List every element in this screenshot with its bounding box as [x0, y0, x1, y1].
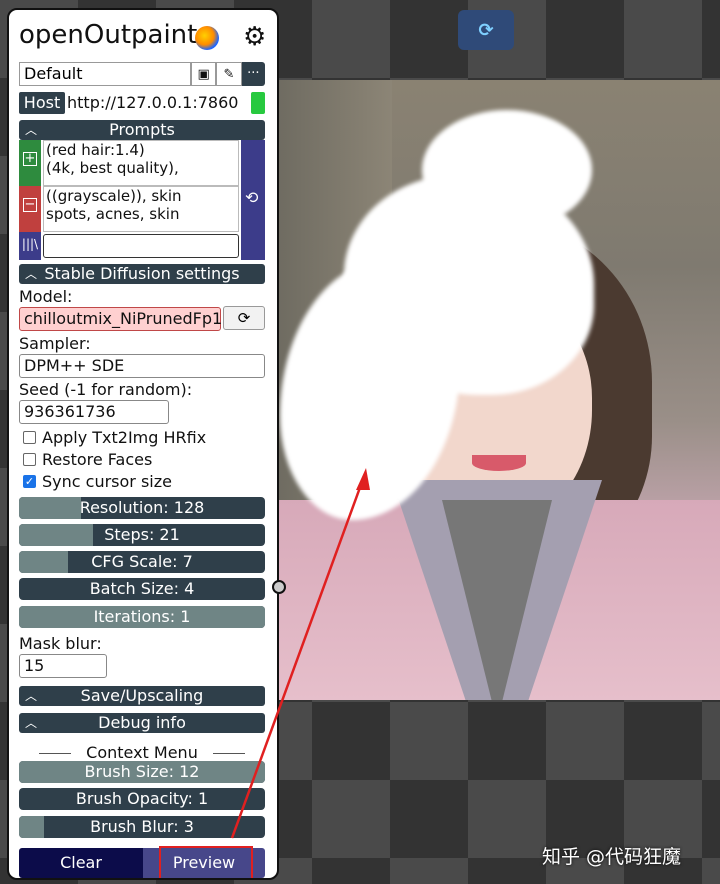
chevron-up-icon: ︿ — [25, 123, 38, 137]
batch-size-slider[interactable]: Batch Size: 4 — [19, 578, 265, 600]
restore-faces-checkbox[interactable]: Restore Faces — [23, 450, 152, 469]
slider-fill — [19, 497, 81, 519]
sampler-label: Sampler: — [19, 334, 91, 353]
gear-icon[interactable]: ⚙ — [243, 22, 266, 52]
logo-icon — [195, 26, 219, 50]
edit-icon[interactable]: ✎ — [216, 62, 242, 86]
annotation-highlight-box — [159, 846, 253, 878]
styles-input[interactable] — [43, 234, 239, 258]
app-title: openOutpaint — [19, 20, 198, 50]
slider-fill — [19, 816, 44, 838]
host-input[interactable]: http://127.0.0.1:7860 — [67, 92, 238, 114]
slider-fill — [19, 524, 93, 546]
prompts-section-header[interactable]: ︿ Prompts — [19, 120, 265, 140]
hrfix-checkbox[interactable]: Apply Txt2Img HRfix — [23, 428, 206, 447]
iterations-slider[interactable]: Iterations: 1 — [19, 606, 265, 628]
negative-prompt-textarea[interactable]: ((grayscale)), skin spots, acnes, skin — [43, 186, 239, 232]
sampler-select[interactable]: DPM++ SDE — [19, 354, 265, 378]
chevron-up-icon: ︿ — [25, 689, 38, 703]
preset-select[interactable]: Default — [19, 62, 191, 86]
refresh-icon: ⟳ — [237, 309, 251, 327]
chevron-up-icon: ︿ — [25, 267, 38, 281]
cfg-scale-slider[interactable]: CFG Scale: 7 — [19, 551, 265, 573]
steps-slider[interactable]: Steps: 21 — [19, 524, 265, 546]
mask-blur-label: Mask blur: — [19, 634, 102, 653]
prompt-history-button[interactable]: ⟲ — [241, 140, 265, 260]
save-icon[interactable]: ▣ — [191, 62, 217, 86]
host-label: Host — [19, 92, 65, 114]
host-status-indicator — [251, 92, 265, 114]
slider-fill — [19, 551, 69, 573]
preset-buttons: ▣ ✎ ··· — [191, 62, 265, 86]
history-icon: ⟲ — [245, 188, 259, 207]
brush-opacity-slider[interactable]: Brush Opacity: 1 — [19, 788, 265, 810]
seed-input[interactable]: 936361736 — [19, 400, 169, 424]
sync-cursor-checkbox[interactable]: ✓ Sync cursor size — [23, 472, 172, 491]
canvas-image[interactable] — [272, 80, 720, 700]
brush-size-slider[interactable]: Brush Size: 12 — [19, 761, 265, 783]
negative-prompt-icon: − — [19, 186, 41, 232]
seed-label: Seed (-1 for random): — [19, 380, 193, 399]
brush-blur-slider[interactable]: Brush Blur: 3 — [19, 816, 265, 838]
save-upscaling-section-header[interactable]: ︿ Save/Upscaling — [19, 686, 265, 706]
sd-settings-section-header[interactable]: ︿ Stable Diffusion settings — [19, 264, 265, 284]
model-label: Model: — [19, 287, 73, 306]
context-menu-label: Context Menu — [71, 743, 213, 762]
model-refresh-button[interactable]: ⟳ — [223, 306, 265, 330]
resolution-slider[interactable]: Resolution: 128 — [19, 497, 265, 519]
model-select[interactable]: chilloutmix_NiPrunedFp1 — [19, 307, 222, 331]
watermark: 知乎 @代码狂魔 — [542, 846, 682, 868]
app-window: ⟳ openOutpaint ⚙ Default ▣ ✎ ··· Host ht… — [0, 0, 720, 884]
clear-button[interactable]: Clear — [19, 848, 143, 878]
refresh-canvas-button[interactable]: ⟳ — [458, 10, 514, 50]
chevron-up-icon: ︿ — [25, 716, 38, 730]
panel-resize-handle[interactable] — [272, 580, 286, 594]
positive-prompt-icon: + — [19, 140, 41, 186]
debug-info-section-header[interactable]: ︿ Debug info — [19, 713, 265, 733]
positive-prompt-textarea[interactable]: (red hair:1.4) (4k, best quality), — [43, 140, 239, 186]
mask-blur-input[interactable]: 15 — [19, 654, 107, 678]
settings-panel: openOutpaint ⚙ Default ▣ ✎ ··· Host http… — [7, 8, 279, 880]
more-icon[interactable]: ··· — [242, 62, 265, 86]
refresh-icon: ⟳ — [478, 19, 494, 41]
styles-icon[interactable]: |||\ — [19, 232, 41, 260]
prompt-area: + − |||\ (red hair:1.4) (4k, best qualit… — [19, 140, 265, 260]
